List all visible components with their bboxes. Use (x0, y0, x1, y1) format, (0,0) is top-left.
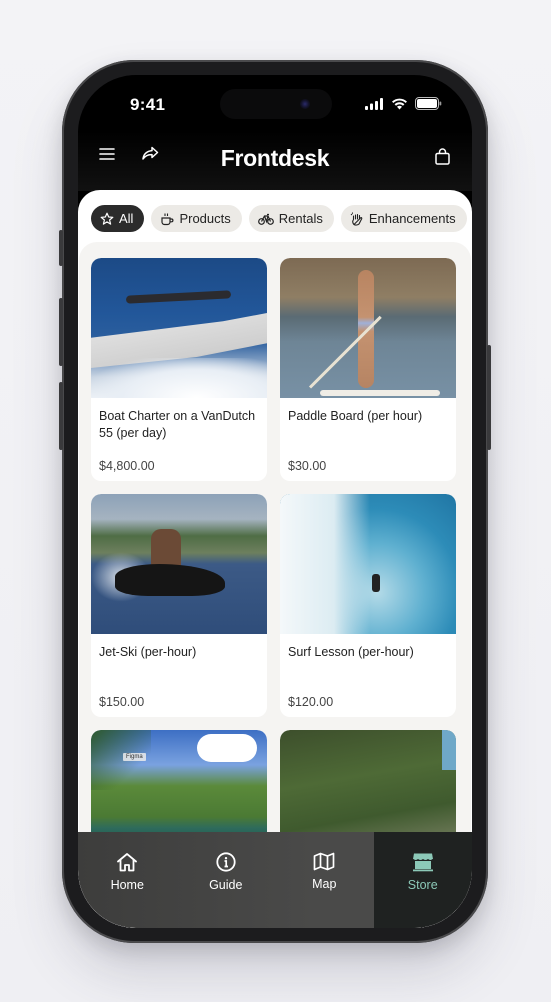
product-card[interactable]: Surf Lesson (per-hour) $120.00 (280, 494, 456, 717)
app-header: Frontdesk (78, 131, 472, 191)
product-name: Surf Lesson (per-hour) (288, 645, 414, 659)
tab-label: Home (110, 878, 144, 892)
product-grid: Boat Charter on a VanDutch 55 (per day) … (91, 258, 457, 928)
volume-up-button (59, 298, 63, 366)
bottom-tab-bar: Home Guide Map Store (78, 832, 472, 928)
star-icon (100, 212, 114, 225)
tab-guide[interactable]: Guide (177, 832, 276, 928)
filter-chip-all[interactable]: All (91, 205, 145, 232)
store-sheet: All Products Rentals Enhancements Boat C… (78, 190, 472, 928)
product-price: $4,800.00 (99, 459, 155, 473)
battery-icon (415, 97, 442, 110)
filter-chip-label: Products (179, 211, 231, 226)
info-circle-icon (216, 852, 236, 872)
home-icon (117, 853, 138, 872)
product-name: Jet-Ski (per-hour) (99, 645, 197, 659)
front-camera (300, 99, 310, 109)
coffee-cup-icon (161, 213, 174, 225)
product-name: Paddle Board (per hour) (288, 409, 423, 423)
product-card[interactable]: Jet-Ski (per-hour) $150.00 (91, 494, 267, 717)
category-filters: All Products Rentals Enhancements (91, 205, 467, 232)
image-tag: Figma (123, 753, 146, 761)
filter-chip-enhancements[interactable]: Enhancements (340, 205, 467, 232)
surf-wave-photo (280, 494, 456, 634)
hand-sparkle-icon (350, 212, 363, 226)
status-bar: 9:41 (78, 75, 472, 131)
storefront-icon (412, 853, 433, 872)
tab-label: Guide (209, 878, 243, 892)
status-icons (365, 97, 442, 110)
screen: 9:41 Frontdesk All Products Rentals Enha… (78, 75, 472, 928)
product-price: $120.00 (288, 695, 334, 709)
wifi-icon (392, 98, 407, 109)
shopping-bag-icon[interactable] (435, 148, 450, 165)
dynamic-island (220, 89, 332, 119)
power-button (487, 345, 491, 450)
product-price: $30.00 (288, 459, 327, 473)
product-price: $150.00 (99, 695, 145, 709)
filter-chip-label: All (119, 211, 134, 226)
status-time: 9:41 (130, 95, 166, 114)
map-icon (313, 852, 335, 871)
volume-down-button (59, 382, 63, 450)
product-name: Boat Charter on a VanDutch 55 (per day) (99, 409, 256, 440)
tab-label: Store (407, 878, 438, 892)
product-list-area: Boat Charter on a VanDutch 55 (per day) … (79, 242, 471, 928)
product-card[interactable]: Boat Charter on a VanDutch 55 (per day) … (91, 258, 267, 481)
filter-chip-label: Rentals (278, 211, 323, 226)
paddle-board-photo (280, 258, 456, 398)
bicycle-icon (257, 213, 274, 225)
filter-chip-products[interactable]: Products (151, 205, 242, 232)
jet-ski-photo (91, 494, 267, 634)
tab-label: Map (312, 877, 337, 891)
speedboat-photo (91, 258, 267, 398)
app-title: Frontdesk (220, 145, 330, 171)
tab-map[interactable]: Map (275, 832, 374, 928)
phone-frame: 9:41 Frontdesk All Products Rentals Enha… (59, 60, 491, 943)
action-button (59, 230, 63, 266)
product-card[interactable]: Paddle Board (per hour) $30.00 (280, 258, 456, 481)
cellular-signal-icon (365, 97, 383, 110)
filter-chip-label: Enhancements (368, 211, 456, 226)
filter-chip-rentals[interactable]: Rentals (248, 205, 334, 232)
